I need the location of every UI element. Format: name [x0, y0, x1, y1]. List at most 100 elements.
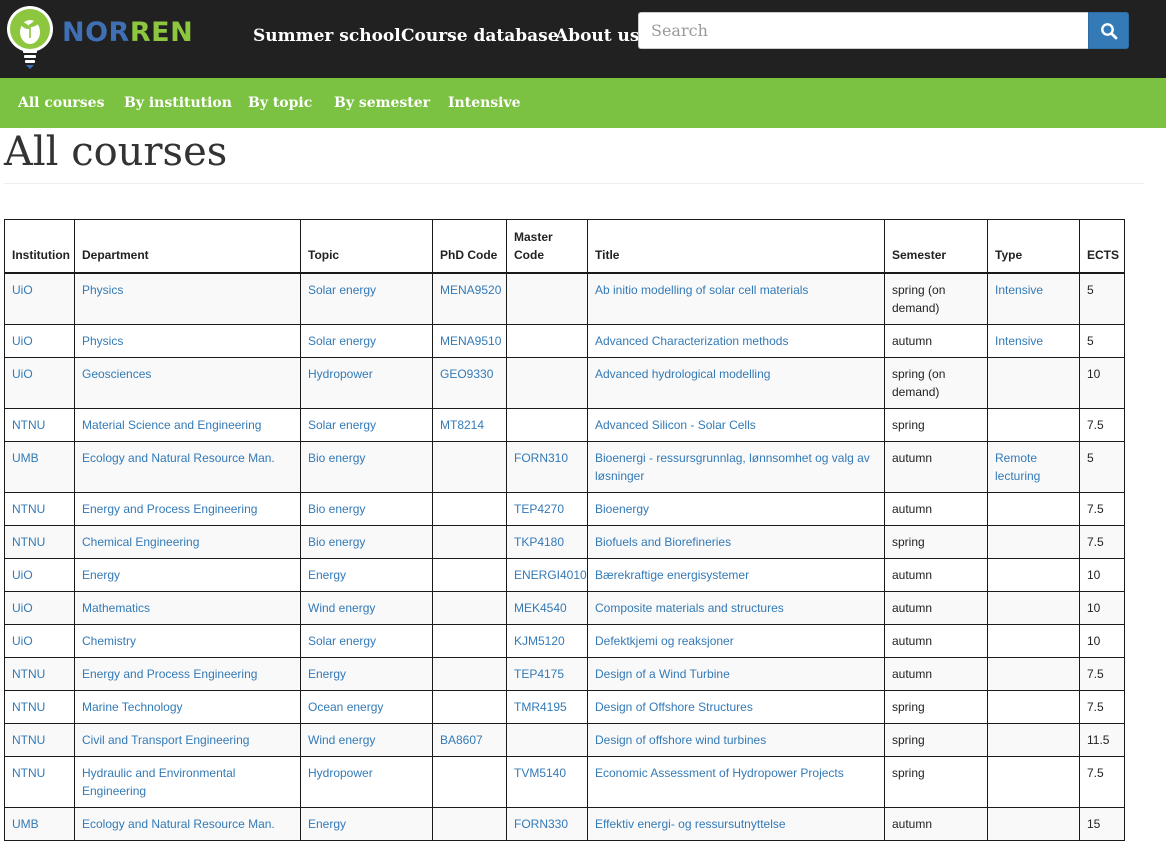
cell-title[interactable]: Ab initio modelling of solar cell materi…	[587, 272, 885, 325]
cell-topic[interactable]: Solar energy	[300, 623, 433, 658]
cell-department[interactable]: Chemical Engineering	[74, 524, 301, 559]
cell-institution[interactable]: NTNU	[4, 755, 75, 808]
cell-institution[interactable]: UMB	[4, 806, 75, 841]
cell-institution[interactable]: UiO	[4, 356, 75, 409]
column-header-institution[interactable]: Institution	[4, 219, 75, 274]
cell-department[interactable]: Physics	[74, 323, 301, 358]
nav-about-us[interactable]: About us	[555, 26, 639, 46]
cell-department[interactable]: Geosciences	[74, 356, 301, 409]
cell-department[interactable]: Physics	[74, 272, 301, 325]
cell-title[interactable]: Biofuels and Biorefineries	[587, 524, 885, 559]
cell-master-code[interactable]: TMR4195	[506, 689, 588, 724]
lightbulb-logo-icon[interactable]	[4, 2, 56, 72]
cell-title[interactable]: Advanced Characterization methods	[587, 323, 885, 358]
cell-topic[interactable]: Energy	[300, 656, 433, 691]
cell-master-code[interactable]: TVM5140	[506, 755, 588, 808]
column-header-master-code[interactable]: Master Code	[506, 219, 588, 274]
cell-department[interactable]: Ecology and Natural Resource Man.	[74, 440, 301, 493]
cell-topic[interactable]: Ocean energy	[300, 689, 433, 724]
cell-topic[interactable]: Bio energy	[300, 491, 433, 526]
cell-phd-code[interactable]: GEO9330	[432, 356, 507, 409]
cell-topic[interactable]: Energy	[300, 806, 433, 841]
cell-title[interactable]: Bioenergi - ressursgrunnlag, lønnsomhet …	[587, 440, 885, 493]
cell-topic[interactable]: Solar energy	[300, 272, 433, 325]
cell-title[interactable]: Composite materials and structures	[587, 590, 885, 625]
cell-title[interactable]: Advanced hydrological modelling	[587, 356, 885, 409]
cell-institution[interactable]: NTNU	[4, 524, 75, 559]
cell-phd-code	[432, 689, 507, 724]
cell-title[interactable]: Advanced Silicon - Solar Cells	[587, 407, 885, 442]
subnav-by-institution[interactable]: By institution	[124, 95, 232, 111]
subnav-all-courses[interactable]: All courses	[18, 95, 104, 111]
cell-department[interactable]: Energy and Process Engineering	[74, 656, 301, 691]
search-button[interactable]	[1088, 12, 1129, 49]
cell-institution[interactable]: NTNU	[4, 407, 75, 442]
cell-department[interactable]: Chemistry	[74, 623, 301, 658]
column-header-department[interactable]: Department	[74, 219, 301, 274]
cell-topic[interactable]: Hydropower	[300, 755, 433, 808]
cell-type[interactable]: Intensive	[987, 323, 1080, 358]
brand-logo-text[interactable]: NORREN	[62, 17, 193, 48]
cell-title[interactable]: Bioenergy	[587, 491, 885, 526]
cell-institution[interactable]: UiO	[4, 272, 75, 325]
cell-institution[interactable]: UiO	[4, 590, 75, 625]
cell-topic[interactable]: Solar energy	[300, 407, 433, 442]
cell-department[interactable]: Energy	[74, 557, 301, 592]
cell-master-code[interactable]: TKP4180	[506, 524, 588, 559]
column-header-semester[interactable]: Semester	[884, 219, 988, 274]
subnav-intensive[interactable]: Intensive	[448, 95, 521, 111]
cell-type[interactable]: Intensive	[987, 272, 1080, 325]
cell-department[interactable]: Energy and Process Engineering	[74, 491, 301, 526]
cell-topic[interactable]: Wind energy	[300, 722, 433, 757]
search-input[interactable]	[638, 12, 1088, 49]
cell-title[interactable]: Economic Assessment of Hydropower Projec…	[587, 755, 885, 808]
cell-topic[interactable]: Bio energy	[300, 524, 433, 559]
cell-department[interactable]: Civil and Transport Engineering	[74, 722, 301, 757]
nav-summer-school[interactable]: Summer school	[253, 26, 401, 46]
cell-master-code[interactable]: MEK4540	[506, 590, 588, 625]
cell-title[interactable]: Bærekraftige energisystemer	[587, 557, 885, 592]
cell-department[interactable]: Mathematics	[74, 590, 301, 625]
cell-master-code[interactable]: FORN330	[506, 806, 588, 841]
cell-phd-code[interactable]: MENA9520	[432, 272, 507, 325]
cell-title[interactable]: Design of Offshore Structures	[587, 689, 885, 724]
cell-phd-code[interactable]: MT8214	[432, 407, 507, 442]
cell-master-code[interactable]: FORN310	[506, 440, 588, 493]
cell-topic[interactable]: Wind energy	[300, 590, 433, 625]
column-header-topic[interactable]: Topic	[300, 219, 433, 274]
cell-topic[interactable]: Hydropower	[300, 356, 433, 409]
cell-title[interactable]: Effektiv energi- og ressursutnyttelse	[587, 806, 885, 841]
column-header-type[interactable]: Type	[987, 219, 1080, 274]
nav-course-database[interactable]: Course database	[401, 26, 559, 46]
column-header-ects[interactable]: ECTS	[1079, 219, 1125, 274]
cell-institution[interactable]: UMB	[4, 440, 75, 493]
cell-master-code[interactable]: TEP4175	[506, 656, 588, 691]
cell-topic[interactable]: Solar energy	[300, 323, 433, 358]
cell-department[interactable]: Marine Technology	[74, 689, 301, 724]
cell-institution[interactable]: NTNU	[4, 689, 75, 724]
cell-title[interactable]: Design of offshore wind turbines	[587, 722, 885, 757]
cell-title[interactable]: Design of a Wind Turbine	[587, 656, 885, 691]
cell-institution[interactable]: UiO	[4, 557, 75, 592]
cell-institution[interactable]: UiO	[4, 623, 75, 658]
subnav-by-semester[interactable]: By semester	[334, 95, 430, 111]
cell-topic[interactable]: Energy	[300, 557, 433, 592]
column-header-title[interactable]: Title	[587, 219, 885, 274]
cell-department[interactable]: Ecology and Natural Resource Man.	[74, 806, 301, 841]
cell-phd-code[interactable]: BA8607	[432, 722, 507, 757]
column-header-phd-code[interactable]: PhD Code	[432, 219, 507, 274]
cell-master-code[interactable]: TEP4270	[506, 491, 588, 526]
cell-master-code[interactable]: ENERGI4010	[506, 557, 588, 592]
cell-title[interactable]: Defektkjemi og reaksjoner	[587, 623, 885, 658]
cell-institution[interactable]: NTNU	[4, 722, 75, 757]
cell-institution[interactable]: NTNU	[4, 656, 75, 691]
cell-department[interactable]: Hydraulic and Environmental Engineering	[74, 755, 301, 808]
cell-topic[interactable]: Bio energy	[300, 440, 433, 493]
cell-department[interactable]: Material Science and Engineering	[74, 407, 301, 442]
cell-institution[interactable]: UiO	[4, 323, 75, 358]
cell-type[interactable]: Remote lecturing	[987, 440, 1080, 493]
cell-master-code[interactable]: KJM5120	[506, 623, 588, 658]
cell-institution[interactable]: NTNU	[4, 491, 75, 526]
subnav-by-topic[interactable]: By topic	[248, 95, 312, 111]
cell-phd-code[interactable]: MENA9510	[432, 323, 507, 358]
